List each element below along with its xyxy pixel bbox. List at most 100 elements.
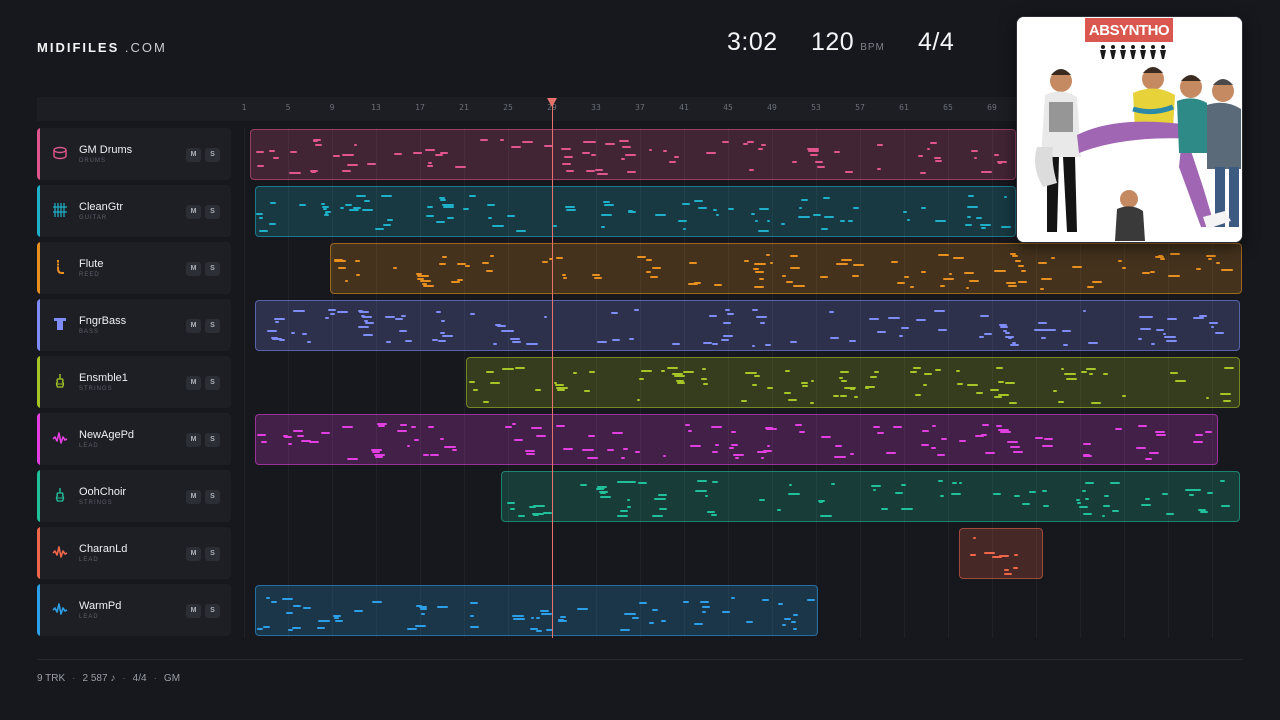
midi-note [372,451,380,453]
solo-button[interactable]: S [205,262,220,276]
midi-note [934,310,945,312]
midi-note [469,381,475,383]
midi-note [969,280,979,282]
midi-note [470,313,475,315]
track-header[interactable]: CleanGtr GUITAR M S [37,185,231,237]
midi-note [288,443,292,445]
midi-note [811,380,814,382]
midi-note [820,515,832,517]
midi-note [1083,513,1092,515]
midi-clip[interactable] [255,186,1016,237]
mute-button[interactable]: M [186,148,201,162]
solo-button[interactable]: S [205,148,220,162]
midi-note [663,150,667,152]
midi-note [834,151,840,153]
midi-note [974,157,977,159]
ruler-tick: 57 [855,103,865,112]
solo-button[interactable]: S [205,376,220,390]
mute-button[interactable]: M [186,490,201,504]
mute-button[interactable]: M [186,262,201,276]
midi-note [1044,438,1053,440]
midi-note [627,171,636,173]
midi-note [565,206,575,208]
track-header[interactable]: CharanLd LEAD M S [37,527,231,579]
midi-note [1103,505,1110,507]
solo-button[interactable]: S [205,490,220,504]
midi-note [1122,395,1126,397]
midi-note [1072,266,1082,268]
midi-note [1034,329,1045,331]
midi-note [602,496,611,498]
midi-note [965,224,972,226]
mute-button[interactable]: M [186,433,201,447]
midi-note [597,341,607,343]
solo-button[interactable]: S [205,604,220,618]
midi-clip[interactable] [959,528,1043,579]
midi-note [601,226,605,228]
track-header[interactable]: Flute REED M S [37,242,231,294]
track-header[interactable]: GM Drums DRUMS M S [37,128,231,180]
playhead[interactable] [552,104,553,638]
midi-note [423,454,429,456]
mute-button[interactable]: M [186,376,201,390]
album-cover: ABSYNTHO [1016,16,1243,243]
midi-note [505,426,512,428]
midi-note [1150,271,1155,273]
ruler-tick: 65 [943,103,953,112]
midi-clip[interactable] [250,129,1016,180]
midi-note [921,207,926,209]
midi-note [1006,282,1016,284]
midi-clip[interactable] [255,414,1218,465]
separator-dot: · [122,673,126,684]
midi-note [694,623,703,625]
midi-note [971,150,978,152]
midi-note [288,629,293,631]
midi-note [683,228,686,230]
midi-note [1018,281,1027,283]
mute-button[interactable]: M [186,547,201,561]
midi-note [441,320,445,322]
midi-note [440,332,445,334]
midi-clip[interactable] [255,585,818,636]
track-header[interactable]: Ensmble1 STRINGS M S [37,356,231,408]
midi-note [1089,373,1093,375]
midi-note [542,261,548,263]
midi-note [951,493,961,495]
midi-note [1112,510,1119,512]
midi-note [427,165,433,167]
midi-note [661,620,666,622]
midi-clip[interactable] [255,300,1240,351]
midi-note [899,335,903,337]
solo-button[interactable]: S [205,547,220,561]
track-color-stripe [37,584,40,636]
midi-note [938,254,949,256]
midi-note [1224,367,1234,369]
midi-note [385,316,395,318]
solo-button[interactable]: S [205,205,220,219]
midi-note [508,330,514,332]
midi-note [663,455,666,457]
track-name: CleanGtr [79,201,124,213]
midi-note [747,141,754,143]
track-header[interactable]: WarmPd LEAD M S [37,584,231,636]
mute-button[interactable]: M [186,205,201,219]
midi-note [1170,372,1178,374]
track-header[interactable]: OohChoir STRINGS M S [37,470,231,522]
site-logo[interactable]: MIDIFILES .COM [37,40,167,55]
midi-clip[interactable] [501,471,1240,522]
midi-note [1083,310,1086,312]
track-header[interactable]: NewAgePd LEAD M S [37,413,231,465]
track-header[interactable]: FngrBass BASS M S [37,299,231,351]
midi-note [1064,373,1076,375]
midi-standard: GM [163,673,181,684]
midi-note [761,144,766,146]
solo-button[interactable]: S [205,319,220,333]
midi-note [756,316,767,318]
solo-button[interactable]: S [205,433,220,447]
midi-clip[interactable] [466,357,1240,408]
midi-note [639,378,644,380]
mute-button[interactable]: M [186,604,201,618]
midi-note [595,169,603,171]
midi-clip[interactable] [330,243,1242,294]
mute-button[interactable]: M [186,319,201,333]
